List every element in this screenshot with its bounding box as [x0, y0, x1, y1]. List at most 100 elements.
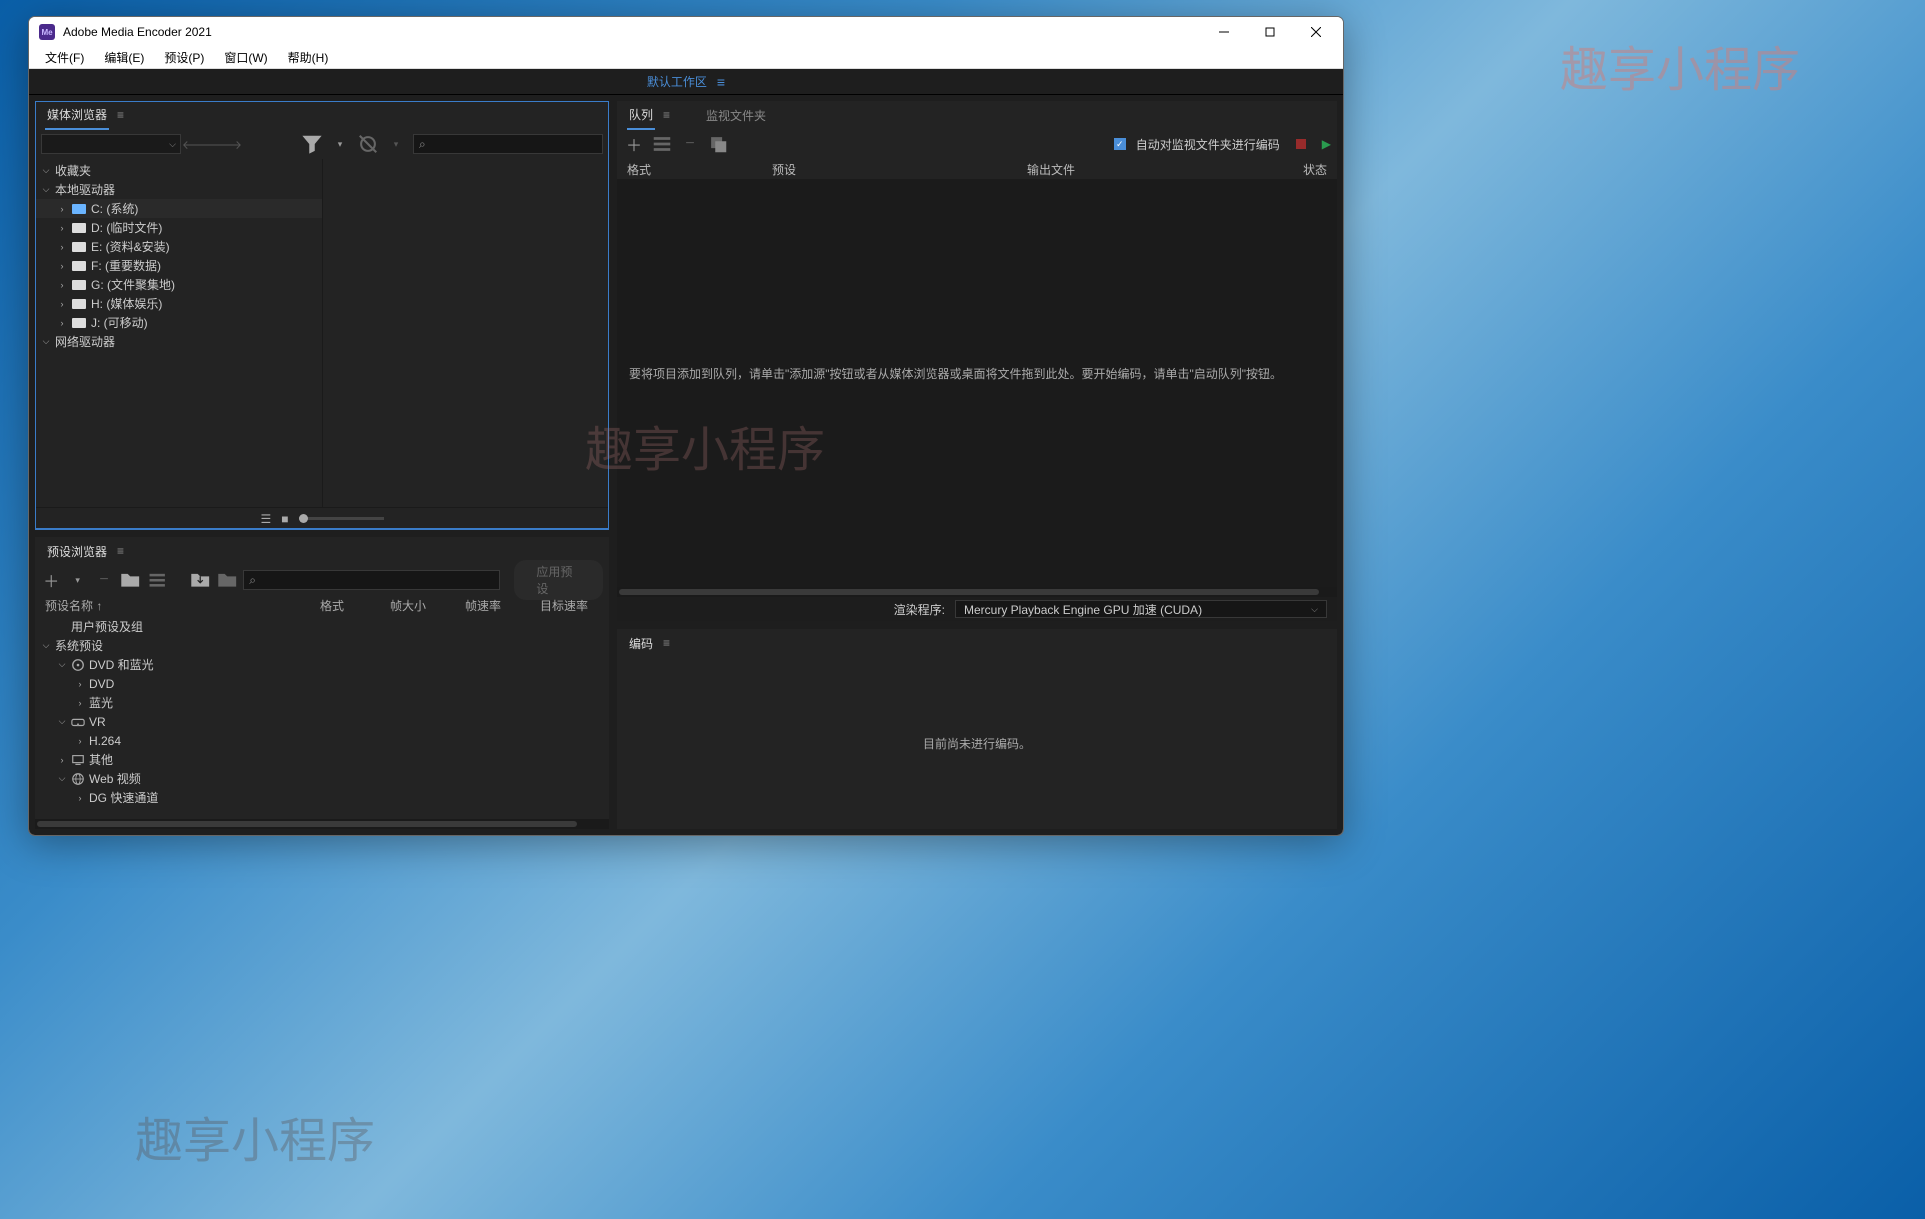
panel-menu-icon[interactable]: ≡ [117, 544, 124, 558]
encoding-idle-message: 目前尚未进行编码。 [923, 735, 1031, 752]
import-preset-button[interactable] [190, 569, 210, 591]
preset-browser-tab[interactable]: 预设浏览器 [45, 538, 109, 565]
preset-group[interactable]: ⌵Web 视频 [35, 769, 609, 788]
search-icon: ⌕ [249, 573, 256, 588]
auto-encode-checkbox[interactable]: ✓ [1114, 138, 1126, 150]
add-source-button[interactable]: ＋ [623, 133, 645, 155]
workspace-menu-icon[interactable]: ≡ [717, 74, 725, 90]
filter-dropdown[interactable]: ⌵ [41, 134, 181, 154]
user-presets-group[interactable]: ›用户预设及组 [35, 617, 609, 636]
preset-subgroup[interactable]: ›DG 快速通道 [35, 788, 609, 807]
col-preset[interactable]: 预设 [772, 161, 1027, 178]
add-preset-button[interactable]: ＋ [41, 569, 61, 591]
workspace-label[interactable]: 默认工作区 [647, 73, 707, 90]
queue-settings-button[interactable] [651, 133, 673, 155]
queue-drop-area[interactable]: 要将项目添加到队列，请单击"添加源"按钮或者从媒体浏览器或桌面将文件拖到此处。要… [617, 179, 1337, 587]
thumb-size-slider[interactable] [299, 517, 384, 520]
queue-empty-message: 要将项目添加到队列，请单击"添加源"按钮或者从媒体浏览器或桌面将文件拖到此处。要… [617, 359, 1337, 389]
menu-file[interactable]: 文件(F) [35, 47, 94, 68]
queue-columns: 格式 预设 输出文件 状态 [617, 159, 1337, 179]
new-group-button[interactable] [120, 569, 140, 591]
preset-group[interactable]: ›其他 [35, 750, 609, 769]
close-button[interactable] [1293, 17, 1339, 47]
preset-settings-button[interactable] [147, 569, 167, 591]
queue-hscroll[interactable] [617, 587, 1337, 597]
renderer-label: 渲染程序: [894, 601, 945, 618]
preset-group[interactable]: ⌵DVD 和蓝光 [35, 655, 609, 674]
menu-window[interactable]: 窗口(W) [214, 47, 277, 68]
preset-subgroup[interactable]: ›H.264 [35, 731, 609, 750]
ingest-icon[interactable] [357, 133, 379, 155]
panel-menu-icon[interactable]: ≡ [117, 108, 124, 122]
menu-preset[interactable]: 预设(P) [154, 47, 214, 68]
renderer-dropdown[interactable]: Mercury Playback Engine GPU 加速 (CUDA) ⌵ [955, 600, 1327, 618]
media-browser-panel: 媒体浏览器 ≡ ⌵ 🡐 🡒 ▾ ▾ ⌕ [35, 101, 609, 529]
preset-browser-panel: 预设浏览器 ≡ ＋ ▾ − ⌕ [35, 537, 609, 829]
workspace-bar: 默认工作区 ≡ [29, 69, 1343, 95]
encoding-tab[interactable]: 编码 [627, 630, 655, 657]
menubar: 文件(F) 编辑(E) 预设(P) 窗口(W) 帮助(H) [29, 47, 1343, 69]
media-browser-tab[interactable]: 媒体浏览器 [45, 101, 109, 130]
preset-group[interactable]: ⌵VR [35, 712, 609, 731]
remove-source-button[interactable]: − [679, 133, 701, 155]
preset-subgroup[interactable]: ›DVD [35, 674, 609, 693]
back-button[interactable]: 🡐 [187, 133, 209, 155]
media-search-input[interactable] [430, 137, 597, 151]
app-icon: Me [39, 24, 55, 40]
titlebar[interactable]: Me Adobe Media Encoder 2021 [29, 17, 1343, 47]
minimize-button[interactable] [1201, 17, 1247, 47]
chevron-down-icon: ⌵ [1311, 604, 1318, 615]
col-framesize[interactable]: 帧大小 [390, 597, 465, 614]
remove-preset-button[interactable]: − [94, 569, 114, 591]
panel-menu-icon[interactable]: ≡ [663, 636, 670, 650]
app-window: Me Adobe Media Encoder 2021 文件(F) 编辑(E) … [28, 16, 1344, 836]
col-target[interactable]: 目标速率 [540, 597, 599, 614]
queue-panel: 队列 ≡ 监视文件夹 ＋ − ✓ 自动对监视文件夹进行编码 [617, 101, 1337, 621]
maximize-button[interactable] [1247, 17, 1293, 47]
system-presets-group[interactable]: ⌵系统预设 [35, 636, 609, 655]
search-icon: ⌕ [419, 137, 426, 152]
media-content-area[interactable] [323, 159, 610, 507]
drive-item[interactable]: ›C: (系统) [35, 199, 322, 218]
preset-search[interactable]: ⌕ [243, 570, 500, 590]
funnel-icon[interactable] [301, 133, 323, 155]
drive-item[interactable]: ›D: (临时文件) [35, 218, 322, 237]
drive-item[interactable]: ›H: (媒体娱乐) [35, 294, 322, 313]
tree-local-drives[interactable]: ⌵本地驱动器 [35, 180, 322, 199]
preset-search-input[interactable] [260, 573, 494, 587]
watermark: 趣享小程序 [135, 1101, 375, 1171]
queue-tab[interactable]: 队列 [627, 101, 655, 130]
drive-item[interactable]: ›G: (文件聚集地) [35, 275, 322, 294]
tree-favorites[interactable]: ⌵收藏夹 [35, 161, 322, 180]
col-format[interactable]: 格式 [627, 161, 772, 178]
export-preset-button[interactable] [217, 569, 237, 591]
watermark: 趣享小程序 [1560, 30, 1800, 100]
col-fps[interactable]: 帧速率 [465, 597, 540, 614]
col-preset-name[interactable]: 预设名称 ↑ [45, 597, 320, 614]
stop-queue-button[interactable] [1296, 139, 1306, 149]
menu-edit[interactable]: 编辑(E) [94, 47, 154, 68]
auto-encode-label[interactable]: 自动对监视文件夹进行编码 [1136, 136, 1280, 153]
app-title: Adobe Media Encoder 2021 [63, 25, 1201, 39]
preset-subgroup[interactable]: ›蓝光 [35, 693, 609, 712]
preset-columns: 预设名称 ↑ 格式 帧大小 帧速率 目标速率 [35, 595, 609, 615]
col-output[interactable]: 输出文件 [1027, 161, 1287, 178]
tree-network-drives[interactable]: ⌵网络驱动器 [35, 332, 322, 351]
thumb-view-icon[interactable]: ■ [281, 512, 288, 526]
drive-item[interactable]: ›J: (可移动) [35, 313, 322, 332]
preset-hscroll[interactable] [35, 819, 609, 829]
watch-folders-tab[interactable]: 监视文件夹 [704, 102, 768, 129]
drive-item[interactable]: ›E: (资料&安装) [35, 237, 322, 256]
panel-menu-icon[interactable]: ≡ [663, 108, 670, 122]
start-queue-button[interactable]: ▶ [1322, 137, 1331, 151]
col-format[interactable]: 格式 [320, 597, 390, 614]
forward-button[interactable]: 🡒 [215, 133, 237, 155]
menu-help[interactable]: 帮助(H) [278, 47, 339, 68]
apply-preset-button[interactable]: 应用预设 [514, 560, 603, 600]
col-status[interactable]: 状态 [1287, 161, 1327, 178]
encoding-panel: 编码 ≡ 目前尚未进行编码。 [617, 629, 1337, 829]
list-view-icon[interactable]: ☰ [260, 512, 271, 526]
drive-item[interactable]: ›F: (重要数据) [35, 256, 322, 275]
media-search[interactable]: ⌕ [413, 134, 603, 154]
duplicate-button[interactable] [707, 133, 729, 155]
